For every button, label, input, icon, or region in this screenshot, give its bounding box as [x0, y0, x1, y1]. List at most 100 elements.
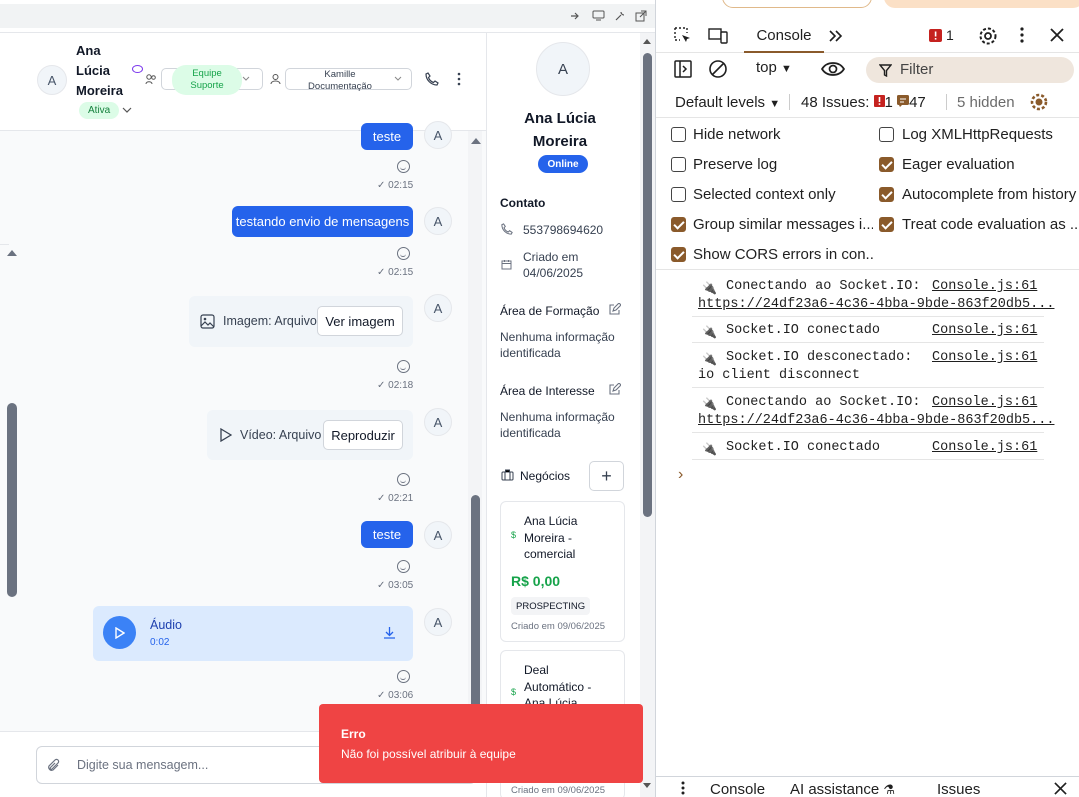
interesse-value: Nenhuma informação identificada: [500, 410, 615, 440]
messages-scroll-thumb[interactable]: [471, 495, 480, 731]
log-message: Conectando ao Socket.IO:: [726, 279, 921, 294]
users-icon: [145, 73, 157, 85]
negocios-title: Negócios: [520, 469, 571, 483]
log-url-link[interactable]: https://24df23a6-4c36-4bba-9bde-863f20db…: [698, 413, 1054, 428]
phone-icon[interactable]: [425, 72, 439, 86]
plug-icon: 🔌: [702, 326, 717, 340]
settings-gear-icon[interactable]: [1029, 92, 1049, 112]
download-icon[interactable]: [383, 626, 396, 639]
log-source-link[interactable]: Console.js:61: [932, 395, 1037, 410]
error-count: 1: [946, 27, 954, 43]
sidebar-toggle-icon[interactable]: [674, 60, 692, 78]
log-source-link[interactable]: Console.js:61: [932, 279, 1037, 294]
log-xhr-label: Log XMLHttpRequests: [902, 126, 1053, 143]
address-bar-strip[interactable]: [0, 4, 655, 28]
close-icon[interactable]: [1054, 782, 1067, 795]
separator: [789, 94, 790, 110]
more-tabs-icon[interactable]: [828, 29, 844, 43]
scroll-up-icon[interactable]: [470, 137, 482, 145]
eager-evaluation-checkbox[interactable]: [879, 157, 894, 172]
more-vertical-icon[interactable]: [681, 781, 685, 795]
error-flag-icon[interactable]: [929, 29, 942, 42]
more-vertical-icon[interactable]: [1020, 27, 1024, 43]
message-bubble: teste: [361, 521, 413, 548]
log-source-link[interactable]: Console.js:61: [932, 440, 1037, 455]
message-time: ✓ 02:15: [377, 267, 414, 278]
devtools-top-button[interactable]: [722, 0, 872, 8]
message-time: ✓ 03:05: [377, 580, 414, 591]
more-vertical-icon[interactable]: [457, 72, 461, 86]
drawer-tab-issues[interactable]: Issues: [937, 781, 980, 797]
chat-scrollbar[interactable]: [7, 403, 17, 597]
agent-select[interactable]: Kamille Documentação: [285, 68, 412, 92]
live-expression-eye-icon[interactable]: [821, 61, 845, 77]
emoji-react-icon[interactable]: [397, 160, 410, 173]
calendar-icon: [501, 259, 512, 270]
message-time: ✓ 02:21: [377, 493, 414, 504]
cast-icon[interactable]: [592, 10, 605, 21]
close-icon[interactable]: [1050, 28, 1064, 42]
log-xhr-checkbox[interactable]: [879, 127, 894, 142]
edit-icon[interactable]: [608, 383, 621, 396]
settings-gear-icon[interactable]: [977, 25, 999, 47]
preserve-log-label: Preserve log: [693, 156, 778, 173]
emoji-react-icon[interactable]: [397, 247, 410, 260]
default-levels-select[interactable]: Default levels ▼: [675, 94, 780, 111]
devtools-top-button[interactable]: [884, 0, 1079, 8]
panel-scroll-thumb[interactable]: [643, 53, 652, 517]
device-toolbar-icon[interactable]: [708, 27, 728, 45]
emoji-react-icon[interactable]: [397, 360, 410, 373]
log-source-link[interactable]: Console.js:61: [932, 350, 1037, 365]
log-url-link[interactable]: https://24df23a6-4c36-4bba-9bde-863f20db…: [698, 297, 1054, 312]
show-cors-checkbox[interactable]: [671, 247, 686, 262]
tab-console[interactable]: Console: [744, 20, 824, 53]
log-message: Socket.IO conectado: [726, 440, 880, 455]
clear-console-icon[interactable]: [708, 59, 728, 79]
console-prompt-chevron-icon[interactable]: ›: [678, 466, 683, 484]
edit-icon[interactable]: [608, 303, 621, 316]
wrench-icon[interactable]: [614, 10, 626, 22]
emoji-react-icon[interactable]: [397, 473, 410, 486]
console-log-list[interactable]: 🔌 Conectando ao Socket.IO: Console.js:61…: [656, 270, 1079, 490]
agent-chevron-icon: [394, 76, 402, 82]
group-similar-checkbox[interactable]: [671, 217, 686, 232]
scroll-down-icon[interactable]: [642, 782, 652, 789]
selected-context-checkbox[interactable]: [671, 187, 686, 202]
devtools-tabbar: Console 1: [656, 20, 1079, 53]
forward-arrow-icon[interactable]: [570, 11, 580, 21]
drawer-tab-ai-assistance[interactable]: AI assistance ⚗: [790, 781, 895, 797]
log-source-link[interactable]: Console.js:61: [932, 323, 1037, 338]
autocomplete-history-checkbox[interactable]: [879, 187, 894, 202]
context-select[interactable]: top ▼: [756, 59, 792, 76]
scroll-up-icon[interactable]: [642, 38, 652, 45]
issues-link[interactable]: 48 Issues: 1 47: [801, 94, 926, 111]
play-video-button[interactable]: Reproduzir: [323, 420, 403, 450]
log-separator: [692, 316, 1044, 317]
chat-messages-area[interactable]: teste A ✓ 02:15 testando envio de mensag…: [0, 121, 486, 731]
group-similar-label: Group similar messages i...: [693, 216, 873, 233]
separator: [946, 94, 947, 110]
audio-play-button[interactable]: [103, 616, 136, 649]
error-toast[interactable]: Erro Não foi possível atribuir à equipe: [319, 704, 643, 783]
deal-card[interactable]: $ Ana Lúcia Moreira - comercial R$ 0,00 …: [500, 501, 625, 642]
view-image-button[interactable]: Ver imagem: [317, 306, 403, 336]
treat-code-evaluation-checkbox[interactable]: [879, 217, 894, 232]
log-message: Conectando ao Socket.IO:: [726, 395, 921, 410]
emoji-react-icon[interactable]: [397, 670, 410, 683]
inspect-element-icon[interactable]: [674, 27, 692, 45]
video-message: Vídeo: Arquivo Reproduzir: [207, 410, 413, 460]
drawer-tab-console[interactable]: Console: [710, 781, 765, 797]
scroll-up-icon[interactable]: [6, 249, 18, 257]
attach-icon[interactable]: [47, 758, 61, 773]
hide-network-checkbox[interactable]: [671, 127, 686, 142]
chevron-down-icon[interactable]: [122, 106, 132, 114]
message-avatar: A: [424, 121, 452, 149]
preserve-log-checkbox[interactable]: [671, 157, 686, 172]
add-deal-button[interactable]: +: [589, 461, 624, 491]
filter-input[interactable]: Filter: [866, 57, 1074, 83]
team-select[interactable]: Equipe Suporte: [161, 65, 263, 95]
toast-message: Não foi possível atribuir à equipe: [341, 747, 516, 761]
contact-phone: 553798694620: [523, 223, 604, 237]
open-external-icon[interactable]: [635, 10, 647, 22]
emoji-react-icon[interactable]: [397, 560, 410, 573]
